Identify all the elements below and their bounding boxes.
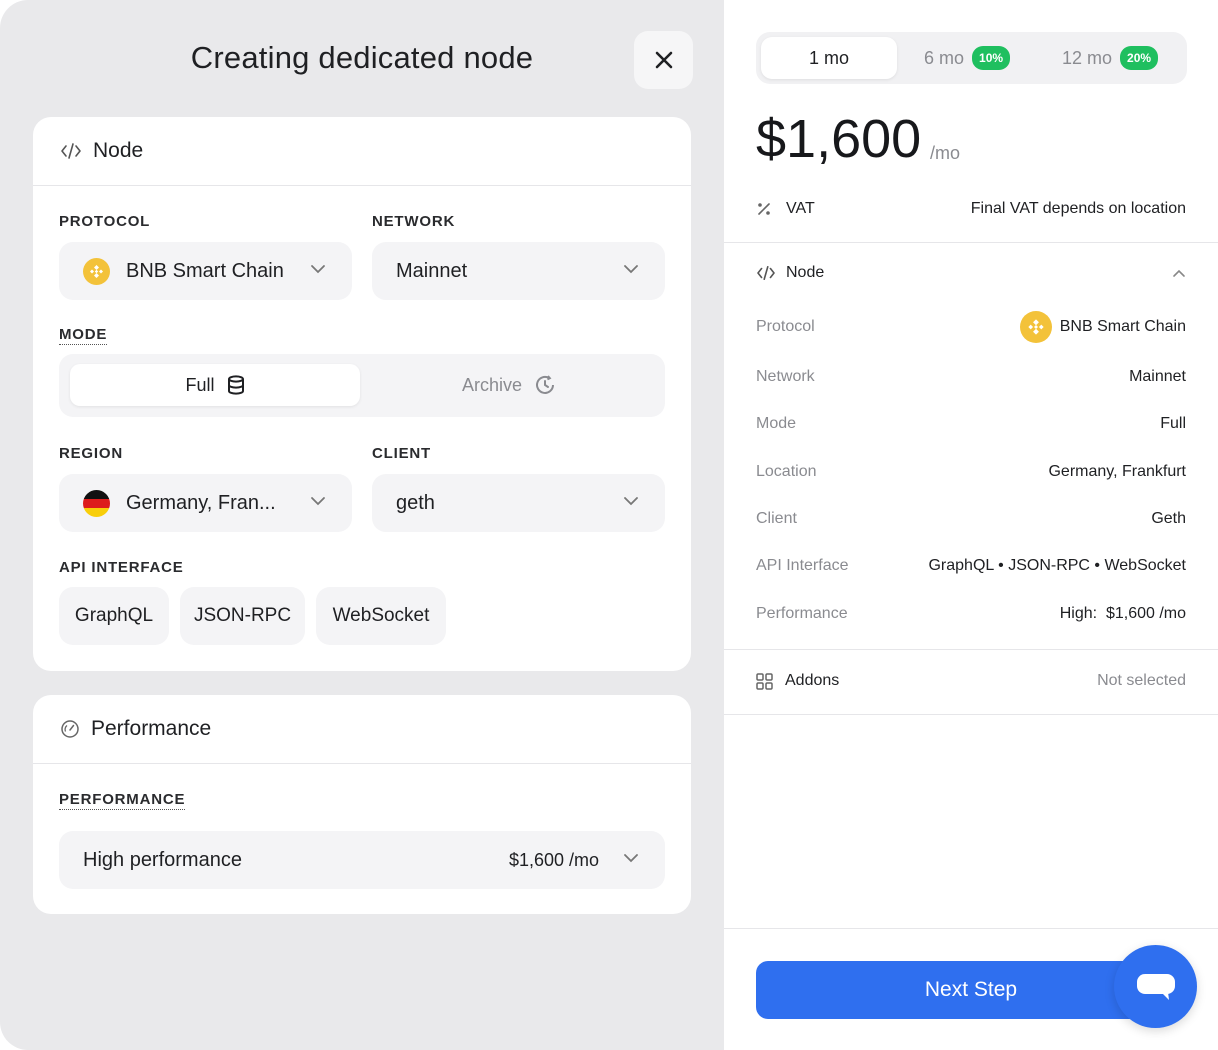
network-value: Mainnet	[396, 259, 468, 282]
node-card: Node PROTOCOL BNB Smart Chain NETWORK Ma…	[33, 117, 691, 671]
region-select[interactable]: Germany, Fran...	[59, 474, 352, 532]
period-12mo[interactable]: 12 mo 20%	[1062, 37, 1159, 79]
chat-button[interactable]	[1114, 945, 1197, 1028]
config-panel: Creating dedicated node Node PROTOCOL BN…	[0, 0, 724, 1050]
detail-row-performance: Performance High: $1,600 /mo	[756, 605, 1186, 622]
close-button[interactable]	[634, 31, 693, 89]
addons-status: Not selected	[1097, 672, 1186, 689]
period-6mo[interactable]: 6 mo 10%	[924, 37, 1011, 79]
mode-full-option[interactable]: Full	[70, 364, 360, 406]
api-interface-label: API INTERFACE	[59, 559, 184, 576]
network-select[interactable]: Mainnet	[372, 242, 665, 300]
protocol-value: BNB Smart Chain	[126, 259, 284, 282]
history-icon	[536, 375, 555, 394]
performance-value: High performance	[83, 848, 242, 871]
node-card-title: Node	[93, 139, 144, 162]
code-icon	[61, 143, 81, 159]
mode-archive-option[interactable]: Archive	[364, 364, 654, 406]
region-label: REGION	[59, 445, 123, 462]
summary-panel: 1 mo 6 mo 10% 12 mo 20% $1,600 /mo VAT F…	[724, 0, 1218, 1050]
api-chip-websocket[interactable]: WebSocket	[316, 587, 446, 645]
price-period: /mo	[930, 143, 961, 163]
detail-row-protocol: Protocol BNB Smart Chain	[756, 311, 1186, 343]
code-icon	[757, 265, 775, 281]
chevron-down-icon	[624, 497, 638, 506]
api-chip-json-rpc[interactable]: JSON-RPC	[180, 587, 305, 645]
client-value: geth	[396, 491, 435, 514]
client-select[interactable]: geth	[372, 474, 665, 532]
performance-card-title: Performance	[91, 717, 212, 740]
period-1mo[interactable]: 1 mo	[761, 37, 897, 79]
api-chip-graphql[interactable]: GraphQL	[59, 587, 169, 645]
client-label: CLIENT	[372, 445, 431, 462]
detail-row-api: API Interface GraphQL • JSON-RPC • WebSo…	[756, 557, 1186, 574]
detail-row-network: Network Mainnet	[756, 368, 1186, 385]
chevron-down-icon	[311, 265, 325, 274]
discount-badge: 20%	[1120, 46, 1159, 70]
detail-row-location: Location Germany, Frankfurt	[756, 463, 1186, 480]
detail-row-mode: Mode Full	[756, 415, 1186, 432]
chevron-up-icon	[1173, 269, 1185, 277]
network-label: NETWORK	[372, 213, 456, 230]
addons-row[interactable]: Addons Not selected	[756, 672, 1186, 690]
page-title: Creating dedicated node	[190, 40, 534, 75]
region-value: Germany, Fran...	[126, 491, 276, 514]
mode-label: MODE	[59, 326, 108, 345]
germany-flag-icon	[83, 489, 110, 517]
protocol-label: PROTOCOL	[59, 213, 151, 230]
close-icon	[655, 51, 672, 69]
database-icon	[227, 375, 244, 395]
chevron-down-icon	[311, 497, 325, 506]
performance-label: PERFORMANCE	[59, 791, 186, 810]
performance-select[interactable]: High performance $1,600 /mo	[59, 831, 665, 889]
vat-note: Final VAT depends on location	[970, 200, 1186, 217]
bnb-icon	[83, 257, 110, 285]
performance-card: Performance PERFORMANCE High performance…	[33, 695, 691, 914]
discount-badge: 10%	[972, 46, 1011, 70]
grid-icon	[756, 672, 773, 690]
gauge-icon	[61, 720, 79, 738]
bnb-icon	[1019, 311, 1052, 343]
chevron-down-icon	[624, 265, 638, 274]
performance-price: $1,600 /mo	[508, 849, 599, 870]
vat-row: VAT Final VAT depends on location	[756, 200, 1186, 218]
chat-icon	[1136, 973, 1175, 1000]
billing-period-toggle: 1 mo 6 mo 10% 12 mo 20%	[756, 32, 1187, 84]
protocol-select[interactable]: BNB Smart Chain	[59, 242, 352, 300]
chevron-down-icon	[624, 854, 638, 863]
mode-toggle: Full Archive	[59, 354, 665, 417]
node-section-header[interactable]: Node	[756, 264, 1186, 282]
detail-row-client: Client Geth	[756, 510, 1186, 527]
percent-icon	[758, 203, 770, 215]
total-price: $1,600	[756, 109, 922, 169]
